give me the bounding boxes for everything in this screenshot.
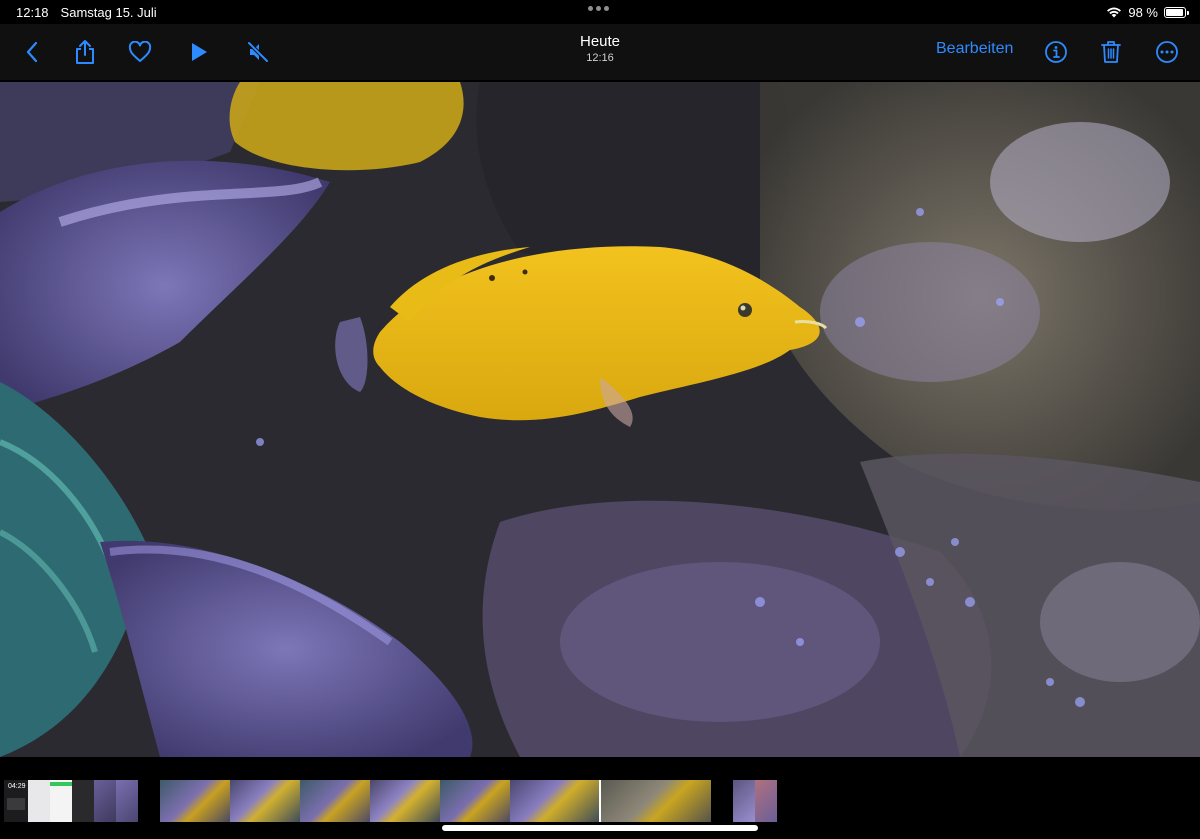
filmstrip-thumb[interactable] [440,780,510,822]
chevron-left-icon[interactable] [16,36,48,68]
battery-percent: 98 % [1128,4,1158,20]
speaker-muted-icon[interactable] [242,36,274,68]
filmstrip-thumb[interactable] [160,780,230,822]
filmstrip-thumb[interactable] [510,780,599,822]
filmstrip-thumb[interactable] [94,780,116,822]
multitasking-dots-icon[interactable] [588,6,609,11]
status-time: 12:18 [16,4,49,20]
heart-icon[interactable] [124,36,156,68]
filmstrip-thumb[interactable] [370,780,440,822]
info-icon[interactable] [1040,36,1072,68]
wifi-icon [1107,7,1122,18]
status-date: Samstag 15. Juli [60,4,157,20]
filmstrip-thumb[interactable]: 04:29 [4,780,28,822]
filmstrip-thumb[interactable] [733,780,755,822]
more-icon[interactable] [1151,36,1183,68]
aquarium-photo [0,82,1200,757]
title-block: Heute 12:16 [500,33,700,64]
page-title: Heute [579,33,621,50]
photo-toolbar: Heute 12:16 Bearbeiten [0,24,1200,80]
play-icon[interactable] [183,36,215,68]
page-subtitle: 12:16 [586,52,614,64]
battery-icon [1164,6,1189,18]
photo-viewer[interactable] [0,82,1200,757]
home-indicator[interactable] [442,825,758,831]
share-icon[interactable] [69,36,101,68]
filmstrip-thumb[interactable] [72,780,94,822]
filmstrip-thumb-selected[interactable] [601,780,711,822]
edit-button[interactable]: Bearbeiten [936,40,1013,58]
filmstrip-thumb[interactable] [116,780,138,822]
filmstrip-thumb[interactable] [50,780,72,822]
thumb-time-label: 04:29 [8,783,26,790]
trash-icon[interactable] [1095,36,1127,68]
filmstrip-thumb[interactable] [755,780,777,822]
filmstrip-thumb[interactable] [28,780,50,822]
filmstrip-thumb[interactable] [230,780,300,822]
filmstrip-thumb[interactable] [300,780,370,822]
filmstrip-playhead[interactable] [599,780,601,822]
status-bar: 12:18 Samstag 15. Juli 98 % [0,0,1200,24]
